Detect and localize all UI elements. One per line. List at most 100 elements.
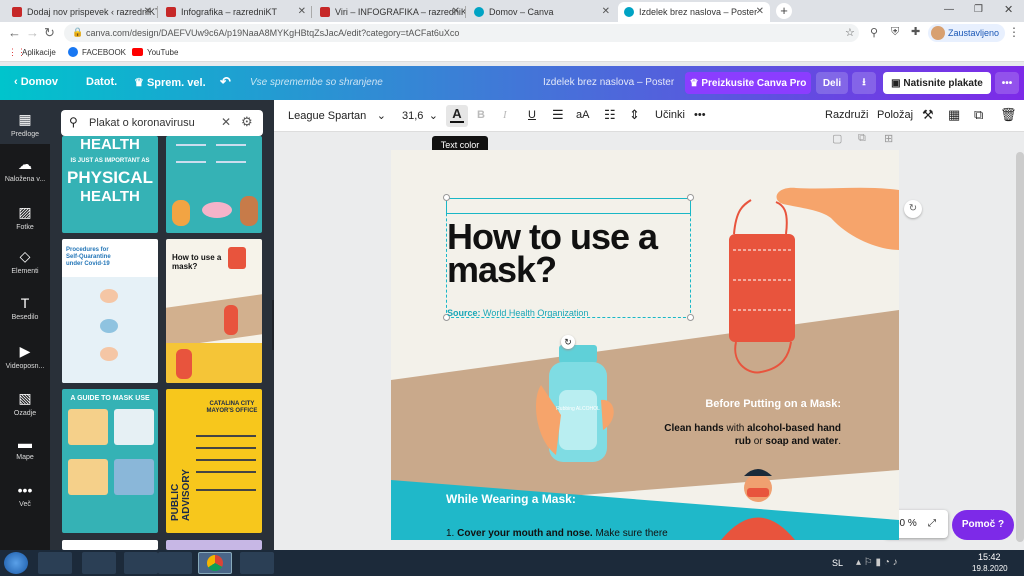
close-icon[interactable]: ✕ (452, 6, 460, 17)
taskbar-explorer-icon[interactable] (124, 552, 158, 574)
transparency-icon[interactable]: ▦ (948, 107, 960, 123)
spacing-icon[interactable]: ⇕ (629, 107, 640, 123)
taskbar-app-icon[interactable] (240, 552, 274, 574)
download-button[interactable]: ⭳ (852, 72, 876, 94)
underline-button[interactable]: U (528, 109, 536, 121)
tab-3[interactable]: Viri – INFOGRAFIKA – razredniKT ✕ (314, 2, 466, 22)
tab-4[interactable]: Domov – Canva ✕ (468, 2, 616, 22)
add-page-icon[interactable]: ⊞ (884, 132, 893, 145)
more-options-button[interactable]: ••• (995, 72, 1019, 94)
taskbar-media-icon[interactable] (38, 552, 72, 574)
case-button[interactable]: aA (576, 109, 589, 121)
help-button[interactable]: Pomoč ? (952, 510, 1014, 540)
resize-handle[interactable] (443, 194, 450, 201)
italic-button[interactable]: I (503, 109, 507, 121)
close-icon[interactable]: ✕ (756, 6, 764, 17)
star-icon[interactable]: ☆ (845, 26, 855, 39)
resize-button[interactable]: ♛ Sprem. vel. (134, 76, 206, 89)
rail-item-templates[interactable]: ▦ Predloge (0, 100, 50, 144)
align-left-icon[interactable]: ☰ (552, 107, 564, 123)
back-icon[interactable]: ← (8, 25, 21, 40)
before-paragraph[interactable]: Clean hands with alcohol-based hand rub … (659, 422, 841, 448)
template-card-mask-guide[interactable]: A GUIDE TO MASK USE (62, 389, 158, 533)
close-window-icon[interactable]: ✕ (1004, 3, 1013, 16)
effects-button[interactable]: Učinki (655, 109, 685, 121)
resize-handle[interactable] (687, 314, 694, 321)
filter-icon[interactable]: ⚙ (241, 114, 253, 130)
rail-item-more[interactable]: ••• Več (0, 482, 50, 508)
close-icon[interactable]: ✕ (298, 6, 306, 17)
bookmark-facebook[interactable]: FACEBOOK (82, 48, 126, 57)
document-title[interactable]: Izdelek brez naslova – Poster (543, 77, 674, 88)
new-tab-button[interactable]: + (776, 3, 792, 19)
rail-item-uploads[interactable]: ☁ Naložena v... (0, 156, 50, 183)
template-card-self-quarantine[interactable]: Procedures for Self-Quarantine under Cov… (62, 239, 158, 383)
text-color-button[interactable]: A (446, 105, 468, 127)
print-posters-button[interactable]: ▣ Natisnite plakate (883, 72, 991, 94)
more-button[interactable]: ••• (694, 109, 706, 121)
taskbar-chrome-icon[interactable] (198, 552, 232, 574)
comment-icon[interactable]: ↻ (904, 200, 922, 218)
extension-icon[interactable]: ⚲ (870, 26, 878, 39)
template-card-partial[interactable] (166, 540, 262, 550)
menu-icon[interactable]: ⋮ (1008, 25, 1020, 39)
profile-button[interactable]: Zaustavljeno (928, 24, 1006, 42)
poster-canvas[interactable]: ↻ How to use a mask? Source: World Health… (391, 150, 899, 540)
resize-handle[interactable] (687, 194, 694, 201)
poster-title[interactable]: How to use a mask? (447, 219, 658, 288)
puzzle-icon[interactable]: ✚ (911, 25, 920, 38)
poster-source[interactable]: Source: World Health Organization (447, 308, 588, 318)
tab-2[interactable]: Infografika – razredniKT ✕ (160, 2, 312, 22)
home-button[interactable]: ‹ Domov (14, 76, 58, 88)
rotate-handle[interactable]: ↻ (561, 335, 575, 349)
tab-5-active[interactable]: Izdelek brez naslova – Poster ✕ (618, 2, 770, 22)
search-input[interactable]: ⚲ Plakat o koronavirusu ✕ ⚙ (61, 110, 263, 136)
template-card-teal-tips[interactable] (166, 136, 262, 233)
font-dropdown[interactable]: League Spartan ⌄ (284, 106, 388, 126)
bold-button[interactable]: B (477, 109, 485, 121)
while-heading[interactable]: While Wearing a Mask: (446, 492, 576, 506)
before-heading[interactable]: Before Putting on a Mask: (691, 398, 841, 410)
shield-icon[interactable]: ⛨ (891, 26, 899, 39)
close-icon[interactable]: ✕ (602, 6, 610, 17)
format-painter-icon[interactable]: ⚒ (922, 107, 934, 123)
duplicate-icon[interactable]: ⧉ (974, 107, 983, 123)
clear-icon[interactable]: ✕ (221, 115, 231, 129)
forward-icon[interactable]: → (26, 25, 39, 40)
clock-date[interactable]: 19.8.2020 (972, 564, 1008, 573)
language-indicator[interactable]: SL (832, 558, 843, 568)
file-menu[interactable]: Datot. (86, 76, 117, 88)
while-item-1[interactable]: 1. Cover your mouth and nose. Make sure … (446, 528, 706, 539)
scrollbar[interactable] (1016, 152, 1024, 542)
url-bar[interactable]: 🔒 canva.com/design/DAEFVUw9c6A/p19NaaA8MY… (64, 24, 859, 42)
maximize-icon[interactable]: ❐ (974, 4, 983, 15)
taskbar-ie-icon[interactable] (82, 552, 116, 574)
note-icon[interactable]: ▢ (832, 132, 842, 145)
bookmark-apps[interactable]: Aplikacije (22, 48, 56, 57)
trash-icon[interactable]: 🗑 (1000, 107, 1017, 123)
position-button[interactable]: Položaj (877, 109, 913, 121)
template-card-public-advisory[interactable]: CATALINA CITY MAYOR'S OFFICE PUBLIC ADVI… (166, 389, 262, 533)
font-size-dropdown[interactable]: 31,6 ⌄ (398, 106, 438, 126)
ungroup-button[interactable]: Razdruži (825, 109, 868, 121)
bookmark-youtube[interactable]: YouTube (147, 48, 178, 57)
rail-item-text[interactable]: T Besedilo (0, 295, 50, 321)
template-card-how-to-use-mask[interactable]: How to use a mask? (166, 239, 262, 383)
reload-icon[interactable]: ↻ (44, 25, 55, 41)
list-icon[interactable]: ☷ (604, 107, 616, 123)
share-button[interactable]: Deli (816, 72, 848, 94)
start-button[interactable] (4, 552, 28, 574)
try-pro-button[interactable]: ♛ Preizkusite Canva Pro (685, 72, 811, 94)
close-icon[interactable]: ✕ (144, 6, 152, 17)
undo-icon[interactable]: ↶ (220, 74, 231, 90)
rail-item-elements[interactable]: ◇ Elementi (0, 248, 50, 275)
copy-page-icon[interactable]: ⧉ (858, 132, 866, 145)
rail-item-videos[interactable]: ▶ Videoposn... (0, 343, 50, 370)
clock-time[interactable]: 15:42 (978, 552, 1001, 562)
tray-icons[interactable]: ▴ ⚐ ▮ ◔ ♪ (856, 557, 898, 568)
taskbar-app-icon[interactable] (158, 552, 192, 574)
rail-item-folders[interactable]: ▬ Mape (0, 435, 50, 461)
template-card-mental-health[interactable]: HEALTH IS JUST AS IMPORTANT AS PHYSICAL … (62, 136, 158, 233)
rail-item-photos[interactable]: ▨ Fotke (0, 204, 50, 231)
minimize-icon[interactable]: — (944, 4, 954, 15)
